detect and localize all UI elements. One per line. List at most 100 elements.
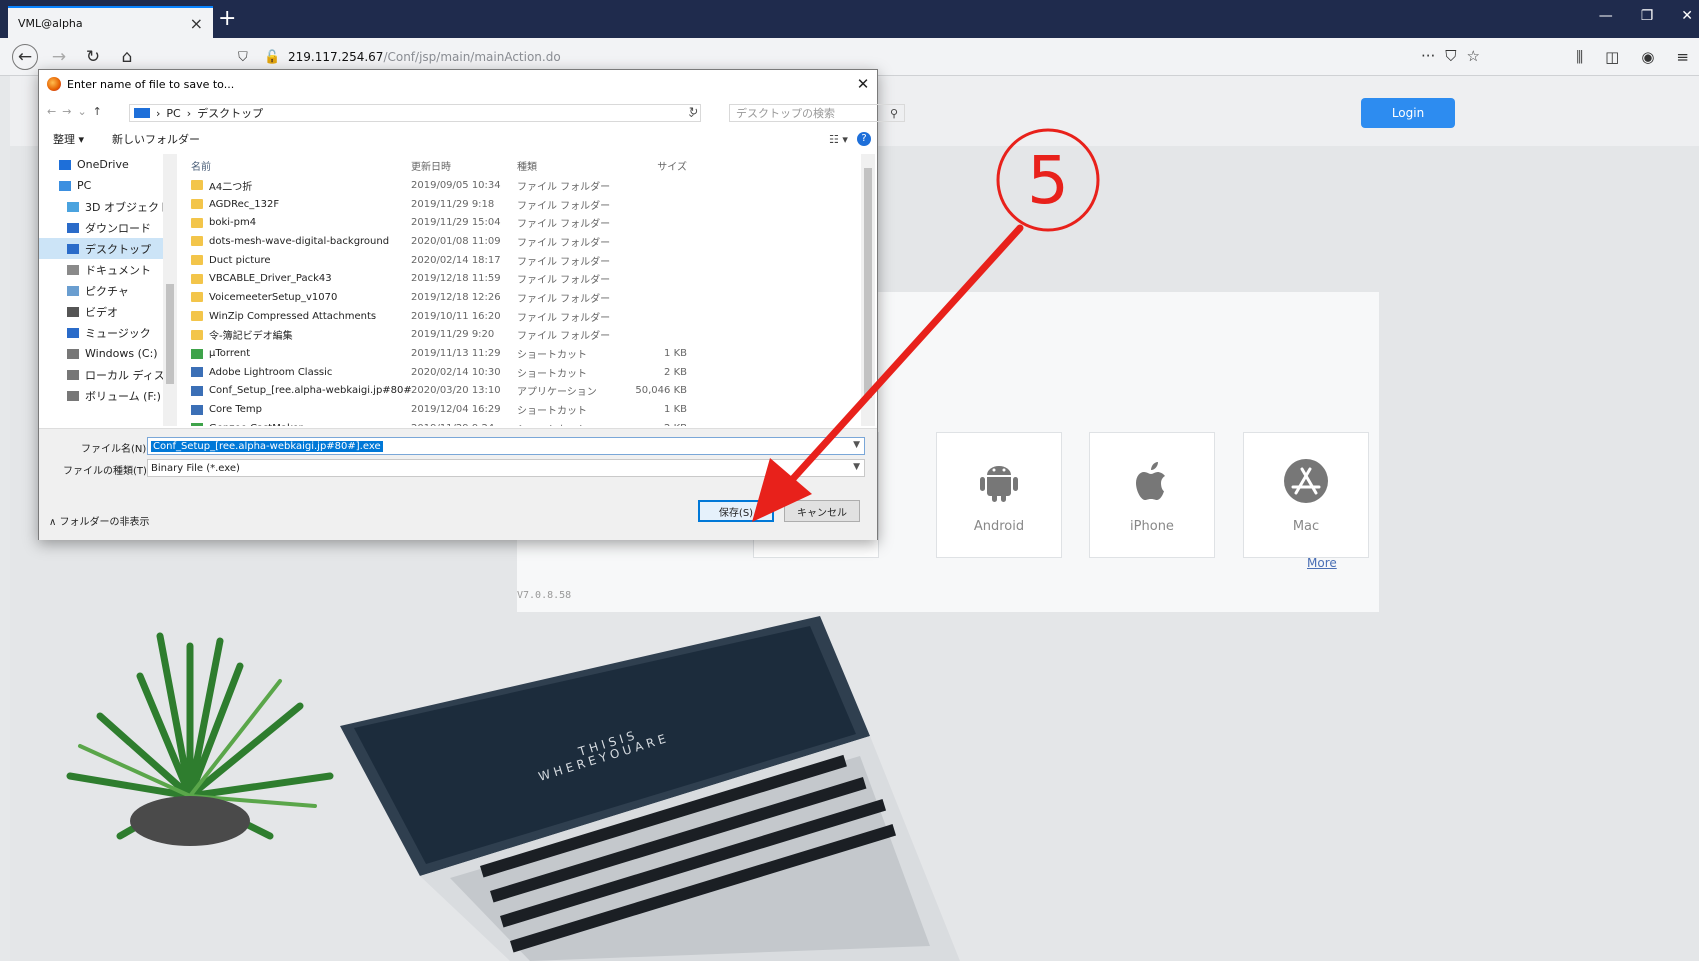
file-name: Duct picture xyxy=(209,254,271,266)
nav-item[interactable]: Windows (C:) xyxy=(39,343,163,364)
new-tab-button[interactable]: + xyxy=(218,7,236,31)
file-name-cell: AGDRec_132F xyxy=(181,199,411,210)
file-date: 2019/12/04 16:29 xyxy=(411,404,501,416)
nav-item[interactable]: ピクチャ xyxy=(39,280,163,301)
download-icon xyxy=(67,222,79,233)
file-list-scroll-thumb[interactable] xyxy=(864,168,872,398)
chevron-down-icon[interactable]: ▼ xyxy=(853,440,860,450)
tab-active[interactable]: VML@alpha × xyxy=(8,6,213,38)
file-row[interactable]: VoicemeeterSetup_v1070 2019/12/18 12:26 ファ… xyxy=(181,288,861,307)
file-rows: A4二つ折 2019/09/05 10:34 ファイル フォルダー AGDRec_13… xyxy=(181,176,861,426)
nav-item-label: ボリューム (F:) xyxy=(85,389,161,403)
nav-scroll-thumb[interactable] xyxy=(166,284,174,384)
library-icon[interactable]: ⫼ xyxy=(1576,48,1583,66)
new-folder-button[interactable]: 新しいフォルダー xyxy=(112,131,200,147)
file-row[interactable]: 令-簿記ビデオ編集 2019/11/29 9:20 ファイル フォルダー xyxy=(181,326,861,345)
file-type: ファイル フォルダー xyxy=(517,237,611,249)
column-name[interactable]: 名前 xyxy=(181,158,411,173)
column-date[interactable]: 更新日時 xyxy=(411,158,517,173)
shield-icon[interactable]: ⛉ xyxy=(238,50,254,65)
file-row[interactable]: WinZip Compressed Attachments 2019/10/11 … xyxy=(181,307,861,326)
sidebar-icon[interactable]: ◫ xyxy=(1605,48,1619,66)
restore-icon[interactable]: ❐ xyxy=(1641,8,1654,24)
nav-item[interactable]: ローカル ディスク (E xyxy=(39,364,163,385)
pocket-icon[interactable]: ⛉ xyxy=(1445,47,1456,65)
nav-item[interactable]: ボリューム (F:) xyxy=(39,385,163,406)
file-row[interactable]: VBCABLE_Driver_Pack43 2019/12/18 11:59 ファイ… xyxy=(181,269,861,288)
view-options-icon[interactable]: ☷ ▾ xyxy=(829,133,848,146)
bookmark-star-icon[interactable]: ☆ xyxy=(1467,47,1480,65)
reload-icon[interactable]: ↻ xyxy=(80,44,106,70)
save-button[interactable]: 保存(S) xyxy=(698,500,774,522)
dialog-close-icon[interactable]: ✕ xyxy=(849,75,877,93)
version-text: V7.0.8.58 xyxy=(517,590,572,601)
filetype-label: ファイルの種類(T): xyxy=(63,466,151,477)
nav-item[interactable]: 3D オブジェクト xyxy=(39,196,163,217)
forward-icon[interactable]: → xyxy=(62,105,71,118)
home-icon[interactable]: ⌂ xyxy=(114,44,140,70)
file-name: Adobe Lightroom Classic xyxy=(209,366,333,378)
minimize-icon[interactable]: — xyxy=(1599,8,1613,24)
refresh-icon[interactable]: ↻ xyxy=(689,105,698,118)
page-actions-icon[interactable]: ··· xyxy=(1421,47,1435,65)
login-button[interactable]: Login xyxy=(1361,98,1455,128)
breadcrumb[interactable]: › PC › デスクトップ ⌄ xyxy=(129,104,701,122)
cancel-button[interactable]: キャンセル xyxy=(784,500,860,522)
download-android[interactable]: Android xyxy=(936,432,1062,558)
column-size[interactable]: サイズ xyxy=(617,158,687,173)
file-row[interactable]: µTorrent 2019/11/13 11:29 ショートカット 1 KB xyxy=(181,344,861,363)
help-icon[interactable]: ? xyxy=(857,132,871,146)
filetype-select[interactable]: Binary File (*.exe) ▼ xyxy=(147,459,865,477)
nav-item[interactable]: ビデオ xyxy=(39,301,163,322)
file-row[interactable]: dots-mesh-wave-digital-background 2020/01… xyxy=(181,232,861,251)
file-row[interactable]: Conf_Setup_[ree.alpha-webkaigi.jp#80#]..… xyxy=(181,382,861,401)
search-icon[interactable]: ⚲ xyxy=(890,107,898,120)
nav-item[interactable]: OneDrive xyxy=(39,154,163,175)
nav-item[interactable]: デスクトップ xyxy=(39,238,163,259)
back-arrow-icon[interactable]: ← xyxy=(12,43,38,70)
up-icon[interactable]: ↑ xyxy=(93,105,102,118)
file-row[interactable]: Duct picture 2020/02/14 18:17 ファイル フォルダー xyxy=(181,251,861,270)
file-row[interactable]: Core Temp 2019/12/04 16:29 ショートカット 1 KB xyxy=(181,400,861,419)
file-size: 1 KB xyxy=(664,348,687,360)
nav-item[interactable]: ミュージック xyxy=(39,322,163,343)
filename-input[interactable]: Conf_Setup_[ree.alpha-webkaigi.jp#80#].e… xyxy=(147,437,865,455)
window-close-icon[interactable]: ✕ xyxy=(1681,8,1693,24)
file-name: VoicemeeterSetup_v1070 xyxy=(209,291,338,303)
file-row[interactable]: Genzee CastMaker 2019/11/29 9:24ショートカット2 … xyxy=(181,419,861,426)
file-name: µTorrent xyxy=(209,348,251,360)
breadcrumb-desktop[interactable]: デスクトップ xyxy=(197,105,263,121)
file-row[interactable]: Adobe Lightroom Classic 2020/02/14 10:30 シ… xyxy=(181,363,861,382)
file-row[interactable]: AGDRec_132F 2019/11/29 9:18 ファイル フォルダー xyxy=(181,195,861,214)
file-row[interactable]: A4二つ折 2019/09/05 10:34 ファイル フォルダー xyxy=(181,176,861,195)
nav-scrollbar[interactable] xyxy=(163,154,177,426)
menu-icon[interactable]: ≡ xyxy=(1676,48,1689,66)
file-row[interactable]: boki-pm4 2019/11/29 15:04 ファイル フォルダー xyxy=(181,213,861,232)
organize-button[interactable]: 整理 ▾ xyxy=(53,131,84,147)
filetype-value: Binary File (*.exe) xyxy=(151,462,240,474)
url-bar[interactable]: ⛉ 🔓 219.117.254.67/Conf/jsp/main/mainAct… xyxy=(230,43,1480,71)
search-input[interactable]: デスクトップの検索 ⚲ xyxy=(729,104,905,122)
forward-arrow-icon[interactable]: → xyxy=(46,44,72,70)
tab-close-icon[interactable]: × xyxy=(190,14,203,33)
chevron-down-icon[interactable]: ▼ xyxy=(853,462,860,472)
back-icon[interactable]: ← xyxy=(47,105,56,118)
recent-dropdown-icon[interactable]: ⌄ xyxy=(77,105,86,118)
insecure-lock-icon[interactable]: 🔓 xyxy=(264,50,280,65)
column-type[interactable]: 種類 xyxy=(517,158,617,173)
file-list-scrollbar[interactable] xyxy=(861,154,875,426)
download-iphone[interactable]: iPhone xyxy=(1089,432,1215,558)
file-date: 2019/11/29 9:18 xyxy=(411,198,495,210)
account-icon[interactable]: ◉ xyxy=(1641,48,1654,66)
file-type: ファイル フォルダー xyxy=(517,219,611,231)
nav-item[interactable]: ダウンロード xyxy=(39,217,163,238)
hide-folders-toggle[interactable]: ∧ フォルダーの非表示 xyxy=(49,513,150,528)
breadcrumb-pc[interactable]: PC xyxy=(166,107,180,120)
nav-item[interactable]: PC xyxy=(39,175,163,196)
nav-item[interactable]: ドキュメント xyxy=(39,259,163,280)
folder-icon xyxy=(191,329,203,340)
file-date: 2020/01/08 11:09 xyxy=(411,235,501,247)
download-mac[interactable]: Mac xyxy=(1243,432,1369,558)
file-size: 2 KB xyxy=(617,423,687,426)
more-link[interactable]: More xyxy=(1307,556,1337,570)
